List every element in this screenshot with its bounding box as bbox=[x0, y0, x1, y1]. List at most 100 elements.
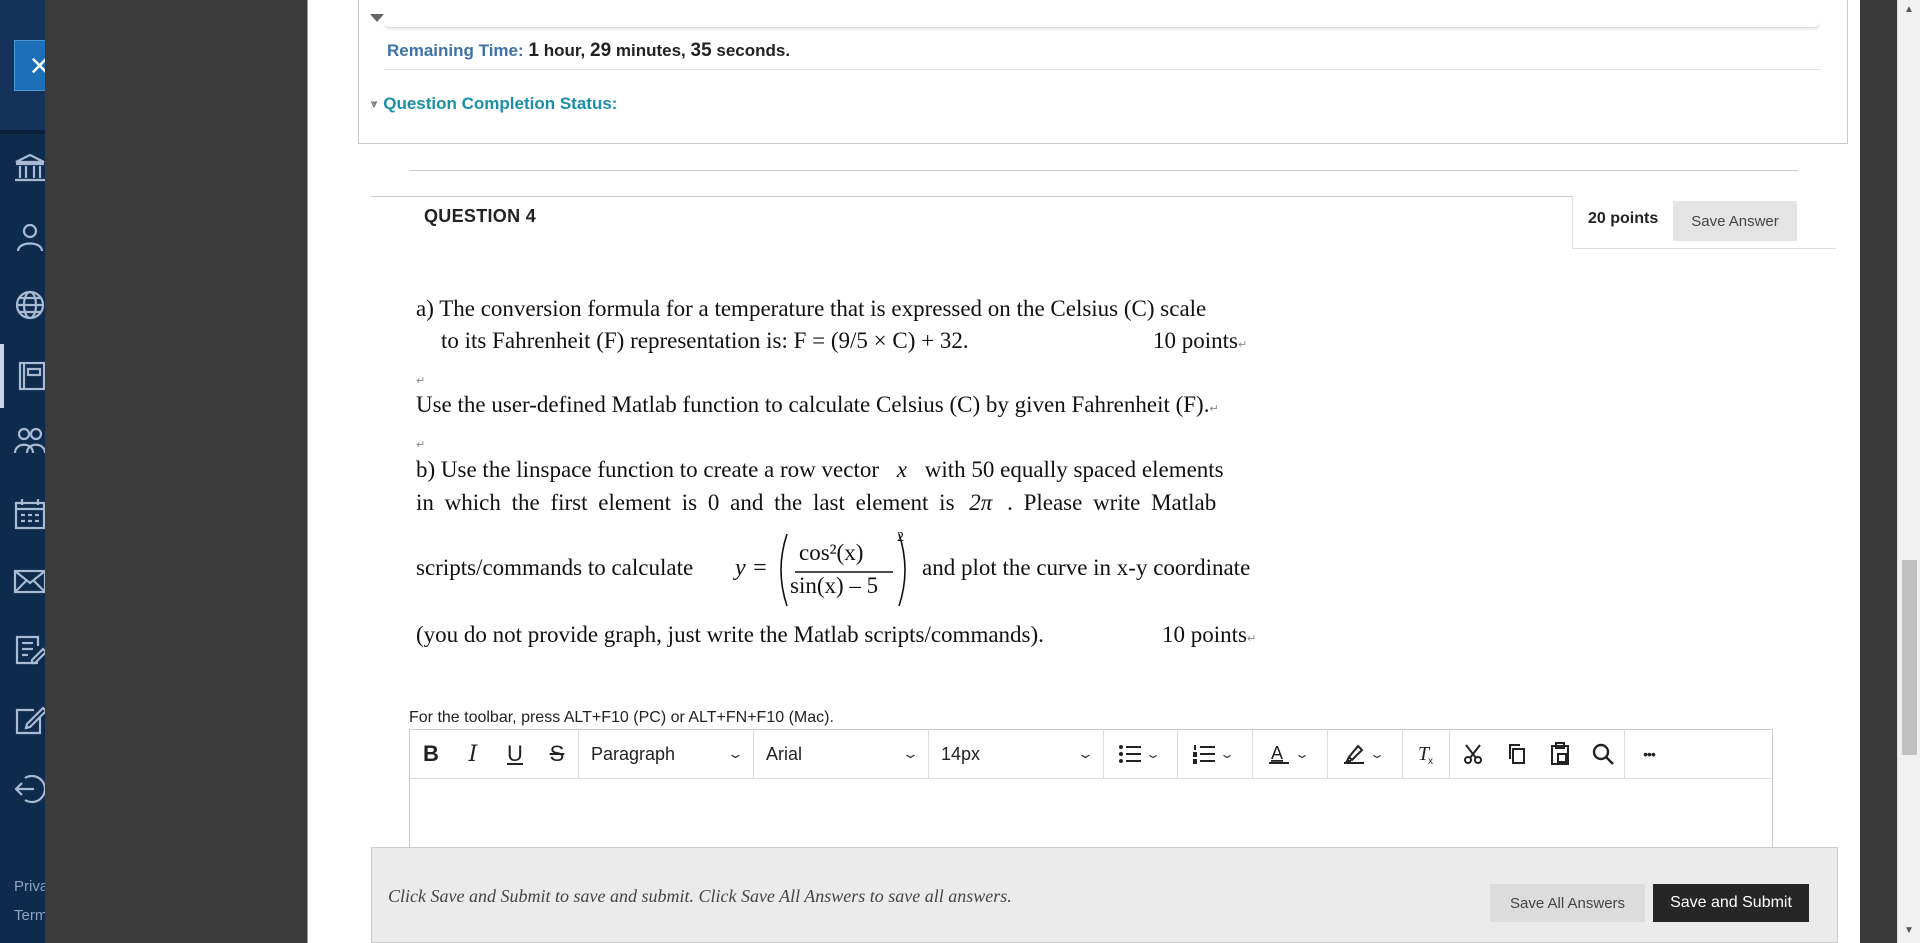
question-completion-label: Question Completion Status: bbox=[383, 94, 618, 113]
find-button[interactable] bbox=[1582, 730, 1624, 779]
formula-numerator: cos²(x) bbox=[799, 540, 864, 565]
copy-icon bbox=[1509, 744, 1525, 764]
block-format-select[interactable]: Paragraph ⌄ bbox=[579, 730, 753, 779]
nav-active-indicator bbox=[0, 344, 4, 408]
save-answer-button[interactable]: Save Answer bbox=[1673, 201, 1797, 241]
chevron-down-icon: ⌄ bbox=[1218, 747, 1236, 761]
numbered-list-button[interactable]: ⌄ bbox=[1178, 730, 1252, 779]
scroll-down-arrow-icon[interactable]: ▼ bbox=[1904, 925, 1914, 936]
remaining-time-label: Remaining Time: bbox=[387, 41, 524, 60]
question-b-points: 10 points↵ bbox=[1162, 622, 1256, 648]
privacy-link[interactable]: Priva bbox=[14, 878, 48, 895]
scissors-icon bbox=[1464, 744, 1482, 764]
remaining-seconds-unit: seconds. bbox=[716, 41, 791, 60]
question-line-b2-end: . Please write Matlab bbox=[1007, 490, 1217, 515]
formula-exponent: 2 bbox=[897, 530, 904, 545]
calendar-icon[interactable] bbox=[12, 496, 48, 532]
overlay-backdrop bbox=[45, 0, 307, 943]
clear-formatting-icon: Tx bbox=[1418, 743, 1433, 766]
empty-paragraph: ↵ bbox=[416, 428, 425, 454]
question-line-a1: a) The conversion formula for a temperat… bbox=[416, 296, 1207, 321]
question-line-b1: b) Use the linspace function to create a… bbox=[416, 457, 1224, 483]
groups-icon[interactable] bbox=[12, 423, 48, 459]
nav-divider bbox=[0, 130, 45, 134]
paragraph-mark: ↵ bbox=[1209, 402, 1219, 415]
remaining-minutes-unit: minutes, bbox=[615, 41, 686, 60]
globe-icon[interactable] bbox=[12, 287, 48, 323]
font-family-select[interactable]: Arial ⌄ bbox=[754, 730, 928, 779]
remaining-seconds: 35 bbox=[690, 40, 712, 61]
institution-icon[interactable] bbox=[12, 150, 48, 186]
svg-text:A: A bbox=[1271, 743, 1283, 763]
chevron-down-icon: ⌄ bbox=[1368, 747, 1386, 761]
double-chevron-down-icon: ⩔ bbox=[371, 97, 378, 110]
vertical-scrollbar[interactable]: ▲ ▼ bbox=[1897, 0, 1920, 943]
chevron-down-icon: ⌄ bbox=[1144, 747, 1162, 761]
expand-caret-icon[interactable] bbox=[370, 14, 384, 22]
strikethrough-button[interactable]: S bbox=[536, 730, 578, 779]
chevron-down-icon: ⌄ bbox=[1076, 746, 1095, 761]
text-color-button[interactable]: A ⌄ bbox=[1253, 730, 1327, 779]
chevron-down-icon: ⌄ bbox=[726, 746, 745, 761]
collapsed-section-edge bbox=[384, 22, 1820, 28]
highlight-color-button[interactable]: ⌄ bbox=[1328, 730, 1402, 779]
font-family-value: Arial bbox=[766, 743, 803, 764]
search-icon bbox=[1592, 743, 1614, 765]
underline-button[interactable]: U bbox=[494, 730, 536, 779]
question-points: 20 points bbox=[1588, 210, 1659, 227]
logout-icon[interactable] bbox=[12, 771, 48, 807]
question-b-points-text: 10 points bbox=[1162, 622, 1247, 647]
status-divider bbox=[384, 69, 1820, 70]
clear-formatting-button[interactable]: Tx bbox=[1403, 730, 1449, 779]
paragraph-mark: ↵ bbox=[416, 438, 426, 451]
bullet-list-button[interactable]: ⌄ bbox=[1104, 730, 1177, 779]
remaining-time: Remaining Time: 1 hour, 29 minutes, 35 s… bbox=[387, 40, 790, 62]
scrollbar-thumb[interactable] bbox=[1902, 560, 1917, 755]
courses-icon[interactable] bbox=[12, 357, 48, 393]
assignment-icon[interactable] bbox=[12, 702, 48, 738]
more-options-button[interactable]: ••• bbox=[1625, 730, 1673, 779]
question-line-b4: (you do not provide graph, just write th… bbox=[416, 622, 1044, 647]
question-line-b2-text: in which the first element is 0 and the … bbox=[416, 490, 955, 515]
remaining-hours-unit: hour, bbox=[543, 41, 586, 60]
terms-link[interactable]: Term bbox=[14, 907, 47, 924]
left-navigation: Priva Term bbox=[0, 0, 48, 943]
paragraph-mark: ↵ bbox=[1246, 632, 1257, 645]
font-size-select[interactable]: 14px ⌄ bbox=[929, 730, 1103, 779]
paragraph-mark: ↵ bbox=[1237, 338, 1248, 351]
two-pi: 2π bbox=[969, 490, 993, 515]
cut-button[interactable] bbox=[1450, 730, 1496, 779]
question-points-box: 20 points Save Answer bbox=[1572, 196, 1836, 249]
question-line-b3-end: and plot the curve in x-y coordinate bbox=[922, 555, 1251, 580]
section-divider bbox=[409, 170, 1798, 171]
clipboard-icon bbox=[1551, 742, 1569, 765]
question-line-use-text: Use the user-defined Matlab function to … bbox=[416, 392, 1210, 417]
paste-button[interactable] bbox=[1538, 730, 1582, 779]
chevron-down-icon: ⌄ bbox=[1293, 747, 1311, 761]
formula-denominator: sin(x) – 5 bbox=[790, 573, 879, 598]
remaining-hours: 1 bbox=[528, 40, 539, 61]
empty-paragraph: ↵ bbox=[416, 364, 425, 390]
question-a-points-text: 10 points bbox=[1153, 328, 1238, 353]
question-line-a2: to its Fahrenheit (F) representation is:… bbox=[441, 328, 969, 354]
submit-hint: Click Save and Submit to save and submit… bbox=[388, 886, 1012, 906]
question-title: QUESTION 4 bbox=[424, 206, 537, 226]
copy-button[interactable] bbox=[1496, 730, 1538, 779]
save-and-submit-button[interactable]: Save and Submit bbox=[1653, 884, 1809, 922]
scroll-up-arrow-icon[interactable]: ▲ bbox=[1904, 4, 1914, 15]
user-icon[interactable] bbox=[12, 219, 48, 255]
mail-icon[interactable] bbox=[12, 563, 48, 599]
chevron-down-icon: ⌄ bbox=[901, 746, 920, 761]
question-line-use: Use the user-defined Matlab function to … bbox=[416, 392, 1219, 418]
numbered-list-icon bbox=[1193, 745, 1215, 764]
variable-x: x bbox=[896, 457, 907, 482]
italic-button[interactable]: I bbox=[452, 730, 494, 779]
question-completion-toggle[interactable]: ⩔ Question Completion Status: bbox=[371, 94, 617, 114]
question-line-b1-start: b) Use the linspace function to create a… bbox=[416, 457, 879, 482]
question-line-b3-start: scripts/commands to calculate bbox=[416, 555, 694, 580]
grades-icon[interactable] bbox=[12, 632, 48, 668]
bold-button[interactable]: B bbox=[410, 730, 452, 779]
save-all-answers-button[interactable]: Save All Answers bbox=[1490, 884, 1645, 922]
submit-bar: Click Save and Submit to save and submit… bbox=[371, 847, 1838, 943]
block-format-value: Paragraph bbox=[591, 743, 676, 764]
